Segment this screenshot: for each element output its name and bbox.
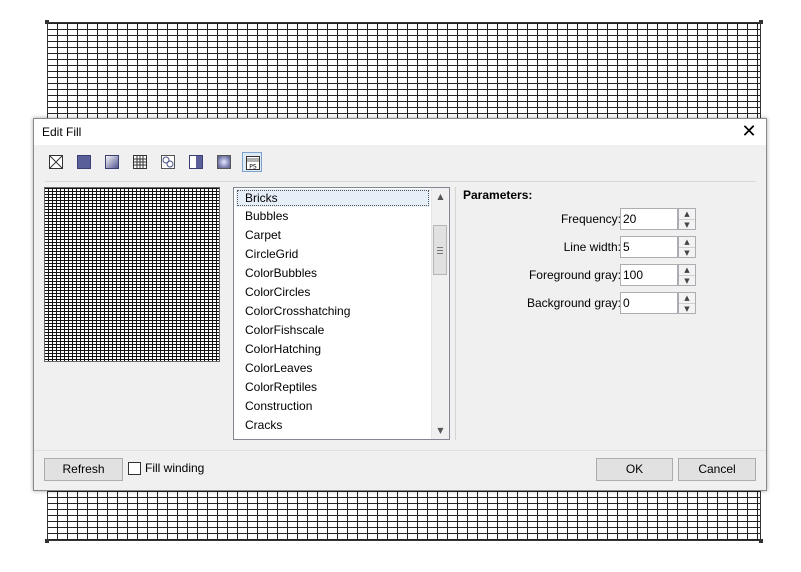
line-width-input[interactable]	[620, 236, 678, 258]
pattern-fill-button[interactable]	[130, 152, 150, 172]
spin-up-icon[interactable]: ▲	[679, 293, 695, 303]
list-item[interactable]: ColorFishscale	[234, 321, 432, 340]
scrollbar-thumb[interactable]	[433, 225, 447, 275]
no-fill-button[interactable]	[46, 152, 66, 172]
list-item[interactable]: ColorHatching	[234, 340, 432, 359]
dialog-title: Edit Fill	[42, 125, 82, 139]
fill-winding-checkbox[interactable]	[128, 462, 141, 475]
list-item[interactable]: Bubbles	[234, 207, 432, 226]
selection-handle[interactable]	[759, 20, 763, 24]
spiral-fill-button[interactable]	[158, 152, 178, 172]
no-fill-icon	[49, 155, 63, 169]
param-label: Frequency:	[560, 212, 621, 226]
fountain-fill-button[interactable]	[102, 152, 122, 172]
spin-down-icon[interactable]: ▼	[679, 303, 695, 314]
uniform-fill-button[interactable]	[74, 152, 94, 172]
background-gray-spinner[interactable]: ▲ ▼	[678, 292, 696, 314]
param-background-gray: Background gray: ▲ ▼	[463, 292, 703, 314]
foreground-gray-input[interactable]	[620, 264, 678, 286]
selection-handle[interactable]	[45, 539, 49, 543]
toolbar-separator	[45, 181, 756, 182]
uniform-fill-icon	[77, 155, 91, 169]
list-item[interactable]: ColorCrosshatching	[234, 302, 432, 321]
fountain-fill-icon	[105, 155, 119, 169]
pattern-fill-icon	[133, 155, 147, 169]
list-scrollbar[interactable]: ▲ ▼	[431, 188, 449, 439]
param-line-width: Line width: ▲ ▼	[463, 236, 703, 258]
list-item[interactable]: ColorLeaves	[234, 359, 432, 378]
postscript-label: PS	[249, 164, 257, 171]
param-frequency: Frequency: ▲ ▼	[463, 208, 703, 230]
spin-up-icon[interactable]: ▲	[679, 265, 695, 275]
refresh-button[interactable]: Refresh	[44, 458, 123, 481]
frequency-input[interactable]	[620, 208, 678, 230]
pattern-list: Bricks Bubbles Carpet CircleGrid ColorBu…	[234, 188, 432, 435]
spin-down-icon[interactable]: ▼	[679, 219, 695, 230]
background-gray-input[interactable]	[620, 292, 678, 314]
spin-down-icon[interactable]: ▼	[679, 275, 695, 286]
spin-down-icon[interactable]: ▼	[679, 247, 695, 258]
foreground-gray-spinner[interactable]: ▲ ▼	[678, 264, 696, 286]
param-label: Foreground gray:	[528, 268, 621, 282]
list-item[interactable]: ColorReptiles	[234, 378, 432, 397]
grip-line	[437, 247, 443, 248]
cancel-button[interactable]: Cancel	[678, 458, 756, 481]
frequency-spinner[interactable]: ▲ ▼	[678, 208, 696, 230]
postscript-fill-icon: PS	[246, 156, 260, 170]
grip-line	[437, 250, 443, 251]
param-label: Line width:	[563, 240, 621, 254]
edit-fill-dialog: Edit Fill ✕ PS Bricks Bubbles Carpet Cir…	[33, 118, 767, 491]
param-foreground-gray: Foreground gray: ▲ ▼	[463, 264, 703, 286]
ok-button[interactable]: OK	[596, 458, 673, 481]
panel-separator	[455, 187, 456, 440]
parameters-heading: Parameters:	[463, 188, 533, 202]
spiral-pattern-icon	[161, 155, 175, 169]
fill-preview	[44, 187, 220, 362]
selection-handle[interactable]	[45, 20, 49, 24]
gradient-fill-button[interactable]	[186, 152, 206, 172]
footer-separator	[34, 450, 766, 451]
grip-line	[437, 253, 443, 254]
line-width-spinner[interactable]: ▲ ▼	[678, 236, 696, 258]
pattern-listbox[interactable]: Bricks Bubbles Carpet CircleGrid ColorBu…	[233, 187, 450, 440]
list-item[interactable]: Construction	[234, 397, 432, 416]
spin-up-icon[interactable]: ▲	[679, 237, 695, 247]
list-item[interactable]: Carpet	[234, 226, 432, 245]
selection-handle[interactable]	[759, 539, 763, 543]
scroll-up-icon[interactable]: ▲	[432, 188, 449, 205]
close-icon[interactable]: ✕	[738, 121, 760, 143]
list-item[interactable]: ColorCircles	[234, 283, 432, 302]
list-item[interactable]: ColorBubbles	[234, 264, 432, 283]
list-item[interactable]: CircleGrid	[234, 245, 432, 264]
scroll-down-icon[interactable]: ▼	[432, 422, 449, 439]
texture-fill-button[interactable]	[214, 152, 234, 172]
title-bar: Edit Fill ✕	[34, 119, 766, 145]
list-item[interactable]: Cracks	[234, 416, 432, 435]
fill-winding-label: Fill winding	[145, 461, 205, 475]
param-label: Background gray:	[526, 296, 621, 310]
list-item[interactable]: Bricks	[236, 189, 430, 207]
postscript-fill-button[interactable]: PS	[242, 152, 262, 172]
texture-fill-icon	[217, 155, 231, 169]
gradient-fill-icon	[189, 155, 203, 169]
spin-up-icon[interactable]: ▲	[679, 209, 695, 219]
